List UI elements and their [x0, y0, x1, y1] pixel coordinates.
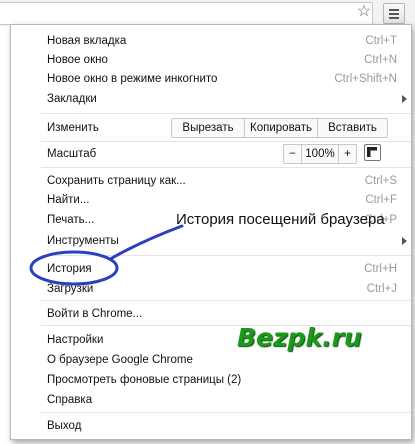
- watermark-logo: Bezpk.ru: [237, 323, 362, 352]
- history-highlight-ellipse: [29, 250, 119, 286]
- annotation-arrow: [110, 224, 184, 260]
- annotation-label: История посещений браузера: [176, 211, 385, 228]
